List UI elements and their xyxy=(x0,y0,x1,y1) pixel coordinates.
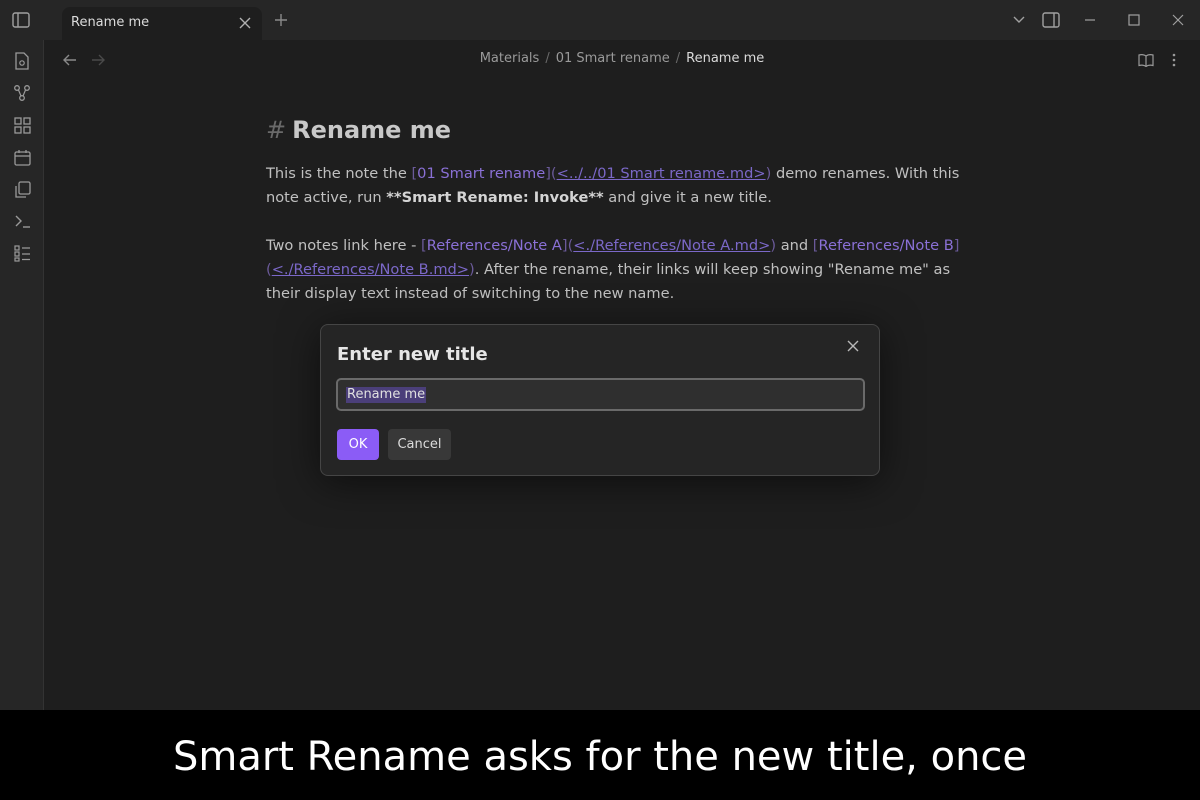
breadcrumb-item-current[interactable]: Rename me xyxy=(686,51,764,66)
calendar-icon[interactable] xyxy=(11,146,33,168)
plus-icon[interactable] xyxy=(272,11,290,29)
ribbon xyxy=(0,40,44,710)
breadcrumb: Materials/01 Smart rename / Rename me xyxy=(479,51,765,66)
title-input[interactable]: Rename me xyxy=(336,378,865,411)
sidebar-toggle-icon[interactable] xyxy=(10,9,32,31)
link-url[interactable]: <./References/Note B.md> xyxy=(272,261,469,278)
layout-icon[interactable] xyxy=(1040,9,1062,31)
text: This is the note the xyxy=(266,165,412,182)
breadcrumb-item-materials[interactable]: Materials xyxy=(480,51,540,66)
more-vertical-icon[interactable] xyxy=(1164,50,1184,70)
list-icon[interactable] xyxy=(11,242,33,264)
copy-icon[interactable] xyxy=(11,178,33,200)
ok-button[interactable]: OK xyxy=(337,429,379,460)
close-window-icon[interactable] xyxy=(1167,9,1189,31)
caption-text: Smart Rename asks for the new title, onc… xyxy=(172,734,1028,780)
maximize-icon[interactable] xyxy=(1123,9,1145,31)
file-icon[interactable] xyxy=(11,50,33,72)
text: and give it a new title. xyxy=(603,189,772,206)
book-icon[interactable] xyxy=(1136,50,1156,70)
rename-modal: Enter new title Rename me OK Cancel xyxy=(320,324,880,476)
title-input-value: Rename me xyxy=(346,387,427,403)
link-url[interactable]: <./References/Note A.md> xyxy=(573,237,770,254)
link-text[interactable]: References/Note B xyxy=(819,237,954,254)
minimize-icon[interactable] xyxy=(1079,9,1101,31)
modal-title: Enter new title xyxy=(337,344,488,365)
paragraph-2: Two notes link here - [References/Note A… xyxy=(266,237,960,302)
heading-mark: # xyxy=(266,116,287,144)
graph-icon[interactable] xyxy=(11,82,33,104)
grid-icon[interactable] xyxy=(11,114,33,136)
tab-rename-me[interactable]: Rename me xyxy=(62,7,262,40)
note-heading: # Rename me xyxy=(266,112,966,148)
title-bar: Rename me xyxy=(0,0,1200,40)
terminal-icon[interactable] xyxy=(11,210,33,232)
note-content[interactable]: # Rename me This is the note the [01 Smar… xyxy=(266,112,966,306)
close-icon[interactable] xyxy=(236,14,254,32)
text: Two notes link here - xyxy=(266,237,422,254)
chevron-down-icon[interactable] xyxy=(1008,9,1030,31)
link-text[interactable]: References/Note A xyxy=(427,237,562,254)
bold-text: **Smart Rename: Invoke** xyxy=(386,189,604,206)
caption-bar: Smart Rename asks for the new title, onc… xyxy=(0,710,1200,800)
cancel-button[interactable]: Cancel xyxy=(388,429,451,460)
link-text[interactable]: 01 Smart rename xyxy=(417,165,545,182)
text: and xyxy=(776,237,813,254)
breadcrumb-item-folder[interactable]: 01 Smart rename xyxy=(556,51,670,66)
close-icon[interactable] xyxy=(843,336,863,356)
heading-text: Rename me xyxy=(292,116,452,144)
link-url[interactable]: <../../01 Smart rename.md> xyxy=(557,165,766,182)
tab-label: Rename me xyxy=(71,15,150,30)
paragraph-1: This is the note the [01 Smart rename](<… xyxy=(266,165,960,206)
